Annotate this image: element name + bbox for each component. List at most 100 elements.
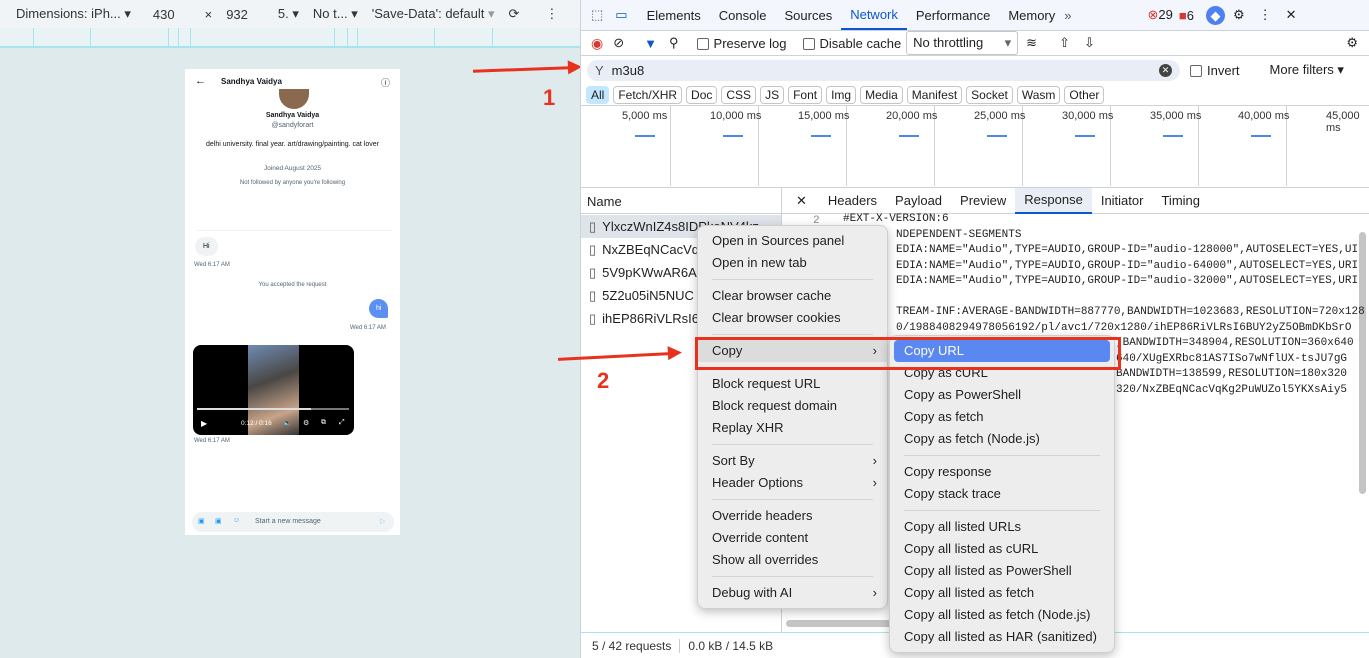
volume-icon[interactable]: 🔈 [283, 419, 292, 427]
submenu-item-copy-all-listed-urls[interactable]: Copy all listed URLs [890, 516, 1114, 538]
menu-item-block-request-url[interactable]: Block request URL [698, 373, 887, 395]
menu-item-replay-xhr[interactable]: Replay XHR [698, 417, 887, 439]
more-tabs-icon[interactable]: » [1064, 8, 1071, 23]
detail-tab-headers[interactable]: Headers [819, 189, 886, 213]
submenu-item-copy-as-fetch[interactable]: Copy as fetch [890, 406, 1114, 428]
menu-item-sort-by[interactable]: Sort By › [698, 450, 887, 472]
tab-console[interactable]: Console [710, 8, 776, 23]
submenu-item-copy-all-listed-as-har-sanitized-[interactable]: Copy all listed as HAR (sanitized) [890, 626, 1114, 648]
send-icon[interactable]: ▷ [380, 517, 385, 525]
name-column-header[interactable]: Name [587, 194, 622, 209]
record-stop-icon[interactable]: ◉ [591, 35, 603, 52]
horizontal-scrollbar[interactable] [786, 620, 896, 627]
menu-item-header-options[interactable]: Header Options › [698, 472, 887, 494]
menu-item-override-headers[interactable]: Override headers [698, 505, 887, 527]
height-input[interactable]: 932 [226, 7, 248, 22]
type-filter-all[interactable]: All [586, 85, 610, 104]
invert-checkbox[interactable]: Invert [1190, 63, 1240, 78]
disable-cache-checkbox[interactable]: Disable cache [802, 36, 901, 51]
dimensions-select[interactable]: Dimensions: iPh... ▾ [16, 6, 131, 22]
submenu-item-copy-all-listed-as-powershell[interactable]: Copy all listed as PowerShell [890, 560, 1114, 582]
tab-memory[interactable]: Memory [999, 8, 1064, 23]
dpr-select[interactable]: 5. ▾ [278, 6, 299, 22]
settings-icon[interactable]: ⚙ [1233, 7, 1245, 23]
message-input[interactable]: Start a new message [255, 518, 321, 525]
menu-item-open-in-sources-panel[interactable]: Open in Sources panel [698, 230, 887, 252]
menu-item-clear-browser-cookies[interactable]: Clear browser cookies [698, 307, 887, 329]
emoji-icon[interactable]: ☺ [233, 517, 240, 524]
fullscreen-icon[interactable]: ⤢ [339, 419, 345, 427]
submenu-item-copy-response[interactable]: Copy response [890, 461, 1114, 483]
error-count[interactable]: ⊗29 [1148, 7, 1173, 23]
gif-icon[interactable]: ▣ [215, 517, 222, 525]
type-filter-manifest[interactable]: Manifest [906, 85, 963, 104]
pip-icon[interactable]: ⧉ [321, 419, 326, 427]
play-icon[interactable]: ▶ [201, 419, 207, 428]
submenu-item-copy-stack-trace[interactable]: Copy stack trace [890, 483, 1114, 505]
search-icon[interactable]: ⚲ [669, 35, 679, 51]
submenu-item-copy-all-listed-as-curl[interactable]: Copy all listed as cURL [890, 538, 1114, 560]
network-settings-icon[interactable]: ⚙ [1346, 35, 1358, 51]
video-progress[interactable] [197, 408, 349, 410]
more-filters-dropdown[interactable]: More filters ▾ [1270, 62, 1344, 78]
preserve-log-checkbox[interactable]: Preserve log [696, 36, 787, 51]
tab-performance[interactable]: Performance [907, 8, 999, 23]
image-icon[interactable]: ▣ [198, 517, 205, 525]
type-filter-media[interactable]: Media [860, 85, 903, 104]
request-name: NxZBEqNCacVql [602, 242, 702, 257]
width-input[interactable]: 430 [153, 7, 175, 22]
import-har-icon[interactable]: ⇧ [1059, 35, 1070, 51]
save-data-select[interactable]: 'Save-Data': default ▾ [372, 6, 495, 22]
detail-tab-response[interactable]: Response [1015, 187, 1092, 214]
menu-item-clear-browser-cache[interactable]: Clear browser cache [698, 285, 887, 307]
submenu-item-copy-all-listed-as-fetch-node-js-[interactable]: Copy all listed as fetch (Node.js) [890, 604, 1114, 626]
detail-tab-timing[interactable]: Timing [1152, 189, 1209, 213]
type-filter-fetchxhr[interactable]: Fetch/XHR [613, 85, 683, 104]
info-icon[interactable]: ⓘ [381, 76, 390, 89]
filter-icon[interactable]: ▼ [644, 36, 657, 51]
submenu-item-copy-all-listed-as-fetch[interactable]: Copy all listed as fetch [890, 582, 1114, 604]
network-conditions-icon[interactable]: ≋ [1026, 35, 1037, 51]
back-arrow-icon[interactable]: ← [195, 75, 206, 87]
type-filter-font[interactable]: Font [788, 85, 823, 104]
menu-item-debug-with-ai[interactable]: Debug with AI › [698, 582, 887, 604]
clear-filter-icon[interactable]: ✕ [1159, 63, 1172, 77]
export-har-icon[interactable]: ⇩ [1084, 35, 1095, 51]
detail-tab-preview[interactable]: Preview [951, 189, 1015, 213]
tab-elements[interactable]: Elements [638, 8, 710, 23]
type-filter-css[interactable]: CSS [721, 85, 757, 104]
menu-separator [904, 510, 1100, 511]
warning-count[interactable]: ■6 [1179, 8, 1194, 23]
detail-tab-initiator[interactable]: Initiator [1092, 189, 1153, 213]
ai-assistant-icon[interactable]: ◆ [1205, 5, 1225, 25]
throttling-select[interactable]: No throttling ▾ [906, 31, 1019, 55]
clear-icon[interactable]: ⊘ [613, 35, 624, 51]
rotate-icon[interactable]: ⟳ [509, 6, 520, 22]
submenu-item-copy-as-fetch-node-js-[interactable]: Copy as fetch (Node.js) [890, 428, 1114, 450]
menu-item-show-all-overrides[interactable]: Show all overrides [698, 549, 887, 571]
filter-input[interactable]: Y m3u8 ✕ [587, 59, 1180, 81]
close-icon[interactable]: ✕ [1286, 7, 1297, 23]
menu-item-block-request-domain[interactable]: Block request domain [698, 395, 887, 417]
type-filter-img[interactable]: Img [826, 85, 857, 104]
menu-item-open-in-new-tab[interactable]: Open in new tab [698, 252, 887, 274]
submenu-item-copy-as-powershell[interactable]: Copy as PowerShell [890, 384, 1114, 406]
more-icon[interactable]: ⋮ [545, 6, 558, 22]
tab-sources[interactable]: Sources [776, 8, 842, 23]
type-filter-js[interactable]: JS [760, 85, 785, 104]
menu-item-override-content[interactable]: Override content [698, 527, 887, 549]
settings-icon[interactable]: ⚙ [303, 419, 309, 427]
throttle-select[interactable]: No t... ▾ [313, 6, 358, 22]
inspect-icon[interactable]: ⬚ [591, 7, 603, 23]
type-filter-other[interactable]: Other [1064, 85, 1105, 104]
type-filter-wasm[interactable]: Wasm [1016, 85, 1061, 104]
tab-network[interactable]: Network [841, 0, 907, 30]
more-options-icon[interactable]: ⋮ [1259, 7, 1272, 23]
detail-tab-payload[interactable]: Payload [886, 189, 951, 213]
type-filter-doc[interactable]: Doc [686, 85, 718, 104]
close-detail-icon[interactable]: ✕ [796, 193, 807, 209]
video-player[interactable]: ▶ 0:12 / 0:16 🔈 ⚙ ⧉ ⤢ [193, 345, 354, 435]
type-filter-socket[interactable]: Socket [966, 85, 1013, 104]
profile-handle: @sandyforart [271, 122, 314, 129]
device-toggle-icon[interactable]: ▭ [615, 7, 627, 23]
